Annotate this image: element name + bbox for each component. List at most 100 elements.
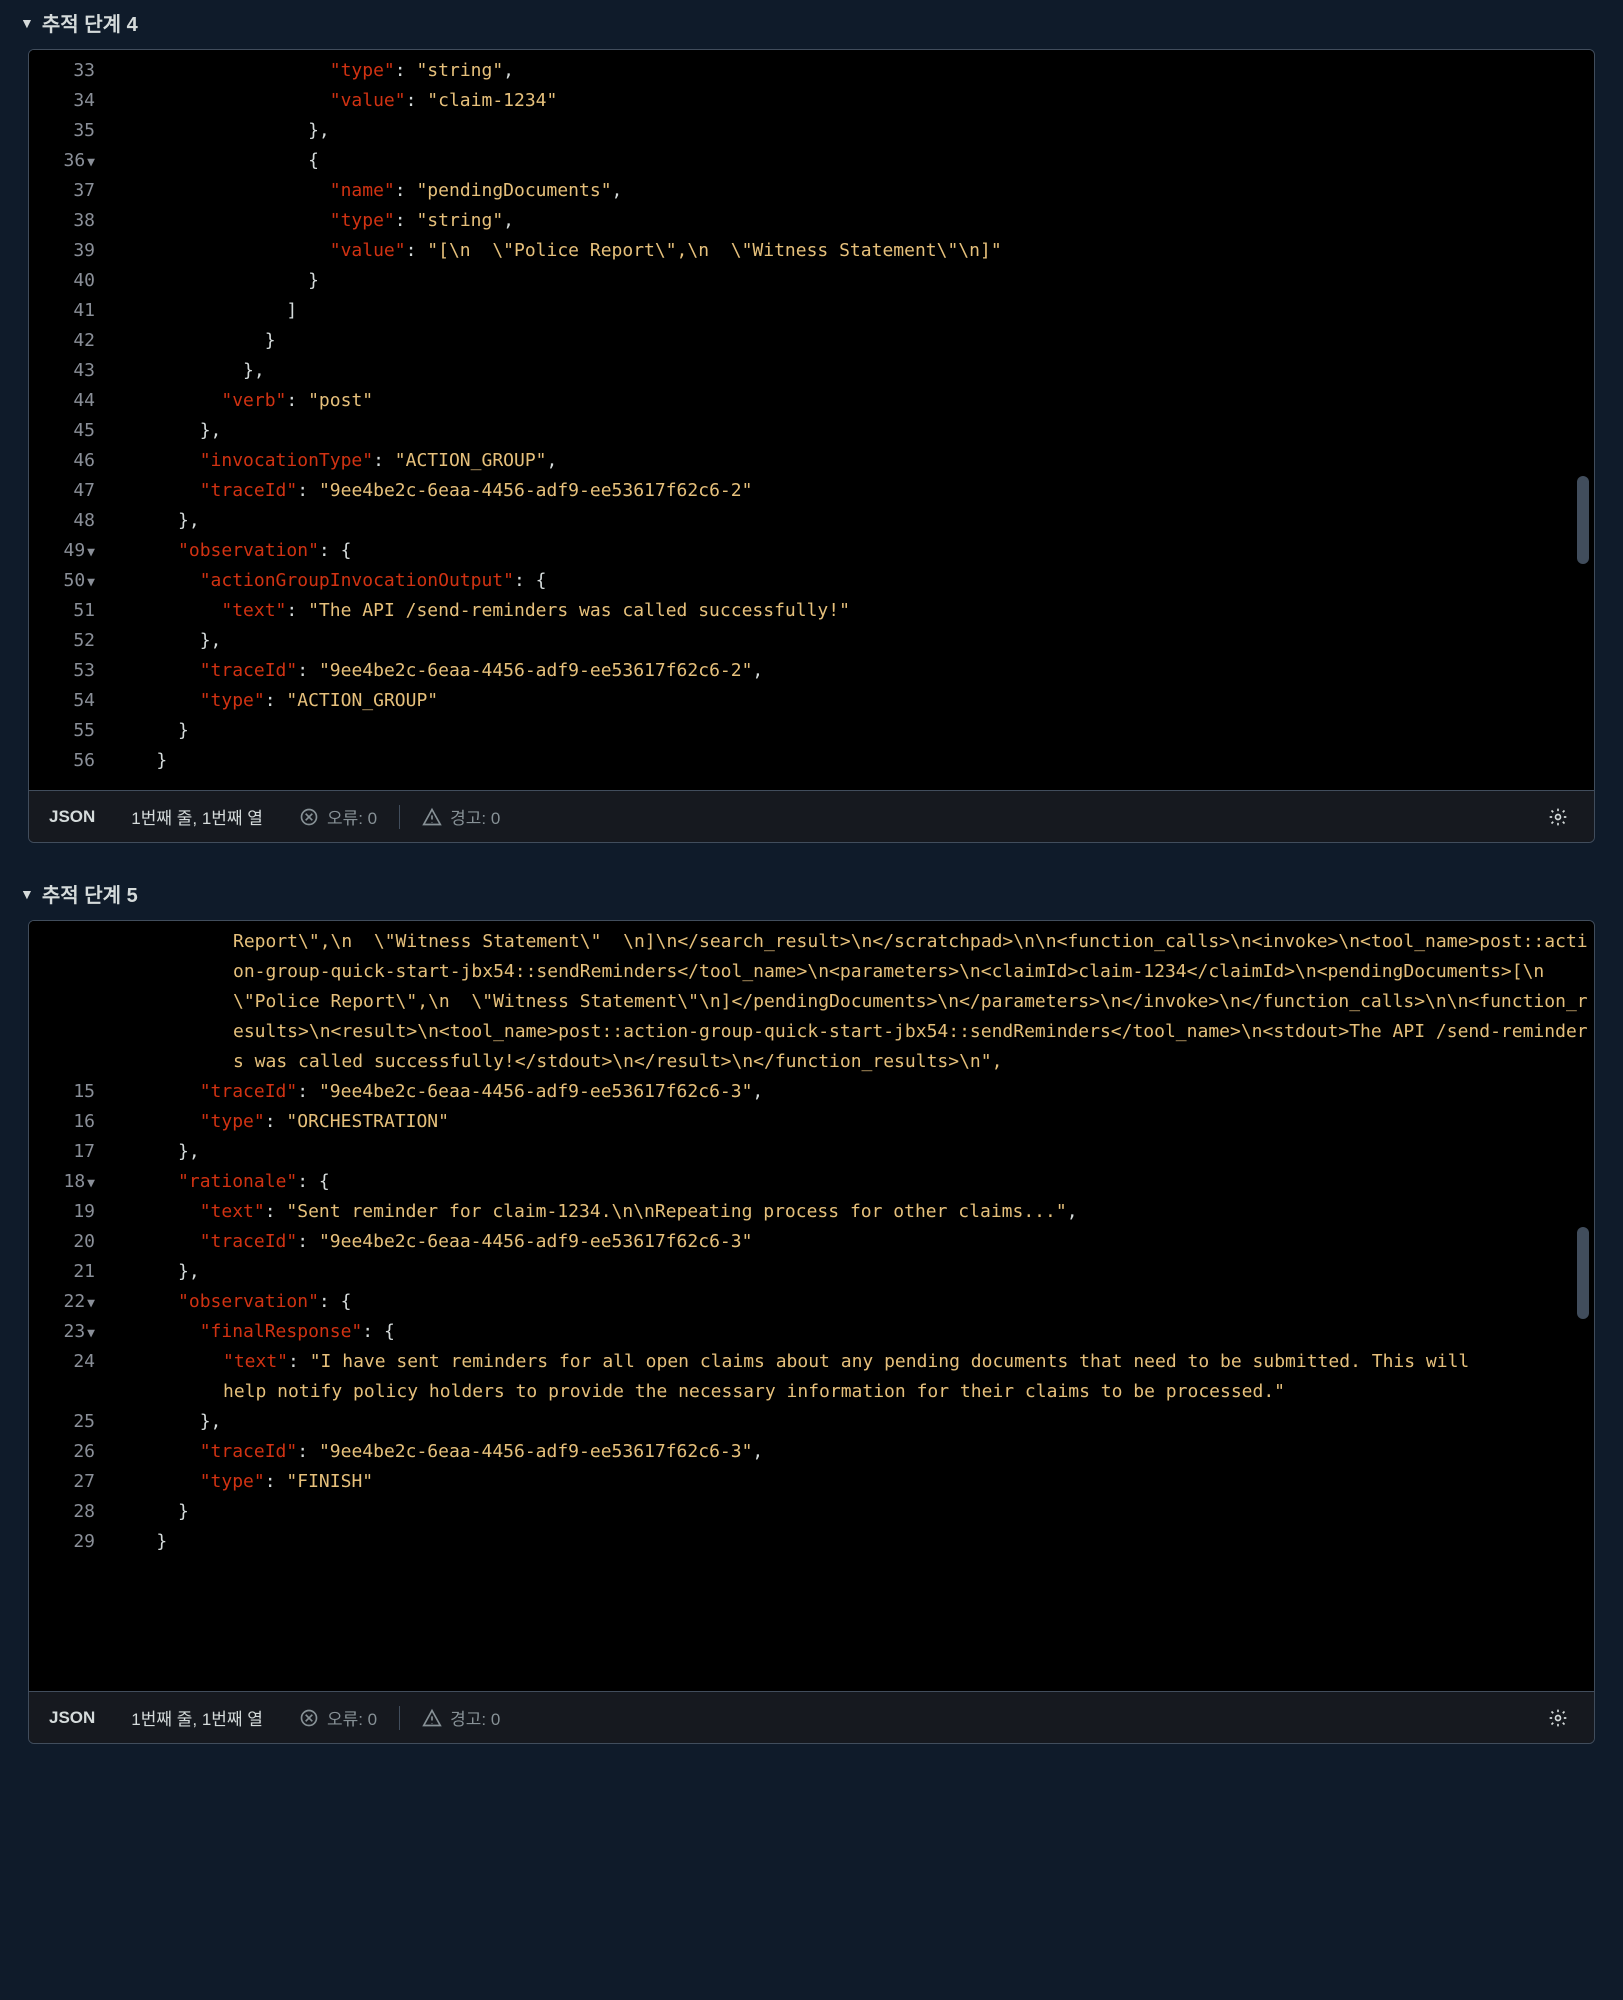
trace-step-4: ▼ 추적 단계 4 33343536▼373839404142434445464… <box>0 0 1623 843</box>
line-number: 24 <box>29 1347 105 1377</box>
line-number: 33 <box>29 56 105 86</box>
line-number: 17 <box>29 1137 105 1167</box>
fold-icon[interactable]: ▼ <box>87 1176 95 1191</box>
code-body-5[interactable]: 15161718▼19202122▼23▼242526272829 Report… <box>29 921 1594 1691</box>
code-line[interactable]: "traceId": "9ee4be2c-6eaa-4456-adf9-ee53… <box>113 476 1594 506</box>
code-line[interactable]: }, <box>113 1137 1594 1167</box>
code-line[interactable]: "value": "claim-1234" <box>113 86 1594 116</box>
code-line[interactable]: "traceId": "9ee4be2c-6eaa-4456-adf9-ee53… <box>113 1437 1594 1467</box>
code-line[interactable]: "value": "[\n \"Police Report\",\n \"Wit… <box>113 236 1594 266</box>
line-number: 35 <box>29 116 105 146</box>
line-number: 22▼ <box>29 1287 105 1317</box>
line-number: 51 <box>29 596 105 626</box>
line-number: 45 <box>29 416 105 446</box>
code-line[interactable]: "traceId": "9ee4be2c-6eaa-4456-adf9-ee53… <box>113 1227 1594 1257</box>
warnings-count: 경고: 0 <box>450 804 500 829</box>
line-number: 18▼ <box>29 1167 105 1197</box>
fold-icon[interactable]: ▼ <box>87 575 95 590</box>
code-line[interactable]: "observation": { <box>113 536 1594 566</box>
errors-indicator[interactable]: 오류: 0 <box>281 1692 395 1743</box>
code-line[interactable]: "type": "ACTION_GROUP" <box>113 686 1594 716</box>
code-line[interactable]: "finalResponse": { <box>113 1317 1594 1347</box>
code-line[interactable]: } <box>113 1527 1594 1557</box>
code-line[interactable]: "actionGroupInvocationOutput": { <box>113 566 1594 596</box>
line-number: 47 <box>29 476 105 506</box>
line-number: 55 <box>29 716 105 746</box>
code-statusbar: JSON 1번째 줄, 1번째 열 오류: 0 경고: 0 <box>29 1691 1594 1743</box>
line-number: 52 <box>29 626 105 656</box>
code-line[interactable]: "verb": "post" <box>113 386 1594 416</box>
settings-button[interactable] <box>1536 795 1580 839</box>
code-line[interactable]: "text": "The API /send-reminders was cal… <box>113 596 1594 626</box>
fold-icon[interactable]: ▼ <box>87 1326 95 1341</box>
divider <box>399 805 400 829</box>
settings-button[interactable] <box>1536 1696 1580 1740</box>
code-line[interactable]: "rationale": { <box>113 1167 1594 1197</box>
chevron-down-icon: ▼ <box>20 15 34 31</box>
step-4-toggle[interactable]: ▼ 추적 단계 4 <box>0 0 1623 49</box>
code-line[interactable]: "traceId": "9ee4be2c-6eaa-4456-adf9-ee53… <box>113 1077 1594 1107</box>
code-line[interactable]: }, <box>113 626 1594 656</box>
line-number: 53 <box>29 656 105 686</box>
code-line[interactable]: } <box>113 266 1594 296</box>
code-line[interactable]: }, <box>113 506 1594 536</box>
code-line[interactable]: { <box>113 146 1594 176</box>
code-line[interactable]: } <box>113 746 1594 776</box>
code-line[interactable]: "type": "ORCHESTRATION" <box>113 1107 1594 1137</box>
step-4-title: 추적 단계 4 <box>42 8 138 37</box>
line-number: 28 <box>29 1497 105 1527</box>
warnings-indicator[interactable]: 경고: 0 <box>404 1692 518 1743</box>
code-line[interactable]: }, <box>113 116 1594 146</box>
code-line[interactable]: "invocationType": "ACTION_GROUP", <box>113 446 1594 476</box>
line-number: 34 <box>29 86 105 116</box>
code-content[interactable]: "type": "string", "value": "claim-1234" … <box>105 50 1594 790</box>
code-statusbar: JSON 1번째 줄, 1번째 열 오류: 0 경고: 0 <box>29 790 1594 842</box>
scrollbar[interactable] <box>1576 56 1590 784</box>
step-5-title: 추적 단계 5 <box>42 879 138 908</box>
error-icon <box>299 1708 319 1728</box>
line-number: 16 <box>29 1107 105 1137</box>
code-line[interactable]: "text": "Sent reminder for claim-1234.\n… <box>113 1197 1594 1227</box>
code-line[interactable]: } <box>113 716 1594 746</box>
line-number: 19 <box>29 1197 105 1227</box>
cursor-position: 1번째 줄, 1번째 열 <box>113 1692 281 1743</box>
code-line[interactable]: "name": "pendingDocuments", <box>113 176 1594 206</box>
line-number: 48 <box>29 506 105 536</box>
line-number: 25 <box>29 1407 105 1437</box>
code-body-4[interactable]: 33343536▼37383940414243444546474849▼50▼5… <box>29 50 1594 790</box>
errors-indicator[interactable]: 오류: 0 <box>281 791 395 842</box>
fold-icon[interactable]: ▼ <box>87 1296 95 1311</box>
scrollbar[interactable] <box>1576 927 1590 1685</box>
code-content[interactable]: Report\",\n \"Witness Statement\" \n]\n<… <box>105 921 1594 1691</box>
code-line[interactable]: }, <box>113 416 1594 446</box>
warning-icon <box>422 1708 442 1728</box>
code-line[interactable]: } <box>113 1497 1594 1527</box>
code-line[interactable]: "type": "string", <box>113 206 1594 236</box>
language-mode[interactable]: JSON <box>43 1692 113 1743</box>
cursor-position: 1번째 줄, 1번째 열 <box>113 791 281 842</box>
step-5-toggle[interactable]: ▼ 추적 단계 5 <box>0 871 1623 920</box>
code-line[interactable]: "traceId": "9ee4be2c-6eaa-4456-adf9-ee53… <box>113 656 1594 686</box>
line-number: 54 <box>29 686 105 716</box>
warnings-indicator[interactable]: 경고: 0 <box>404 791 518 842</box>
line-number: 27 <box>29 1467 105 1497</box>
code-line[interactable]: ] <box>113 296 1594 326</box>
language-mode[interactable]: JSON <box>43 791 113 842</box>
fold-icon[interactable]: ▼ <box>87 155 95 170</box>
scrollbar-thumb[interactable] <box>1577 476 1589 564</box>
code-line[interactable]: "text": "I have sent reminders for all o… <box>113 1347 1473 1407</box>
scrollbar-thumb[interactable] <box>1577 1227 1589 1319</box>
code-line[interactable]: "type": "string", <box>113 56 1594 86</box>
line-number: 43 <box>29 356 105 386</box>
line-number: 20 <box>29 1227 105 1257</box>
fold-icon[interactable]: ▼ <box>87 545 95 560</box>
line-gutter: 33343536▼37383940414243444546474849▼50▼5… <box>29 50 105 790</box>
code-line[interactable]: "observation": { <box>113 1287 1594 1317</box>
code-line[interactable]: }, <box>113 1257 1594 1287</box>
line-number: 39 <box>29 236 105 266</box>
code-line[interactable]: }, <box>113 1407 1594 1437</box>
code-line[interactable]: }, <box>113 356 1594 386</box>
code-line[interactable]: "type": "FINISH" <box>113 1467 1594 1497</box>
line-number: 29 <box>29 1527 105 1557</box>
code-line[interactable]: } <box>113 326 1594 356</box>
